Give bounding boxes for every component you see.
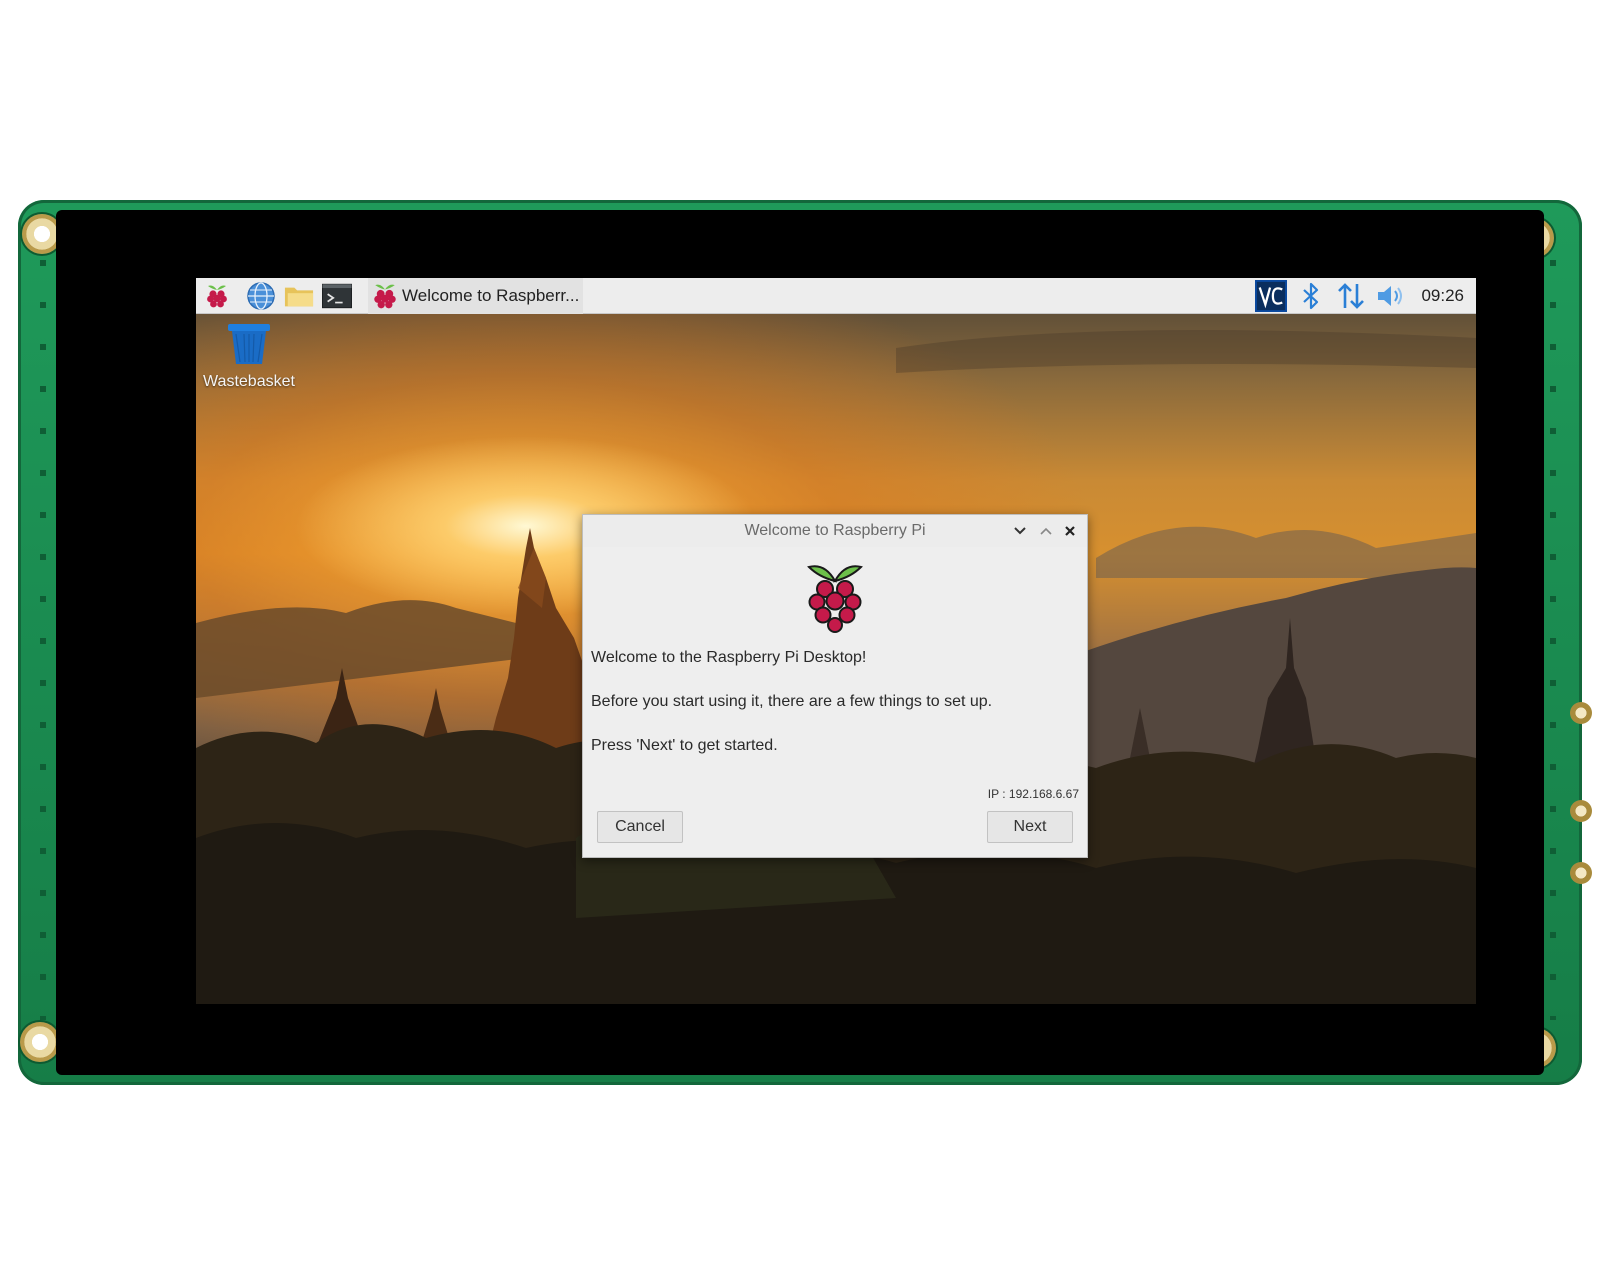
dialog-text-setup: Before you start using it, there are a f… bbox=[591, 693, 993, 710]
volume-icon bbox=[1378, 286, 1403, 306]
bluetooth-icon bbox=[1303, 282, 1319, 310]
raspberry-pi-logo bbox=[805, 559, 865, 640]
vnc-icon bbox=[1255, 280, 1288, 312]
chevron-down-icon bbox=[1014, 527, 1026, 535]
terminal-button[interactable] bbox=[322, 281, 352, 311]
web-browser-icon bbox=[247, 281, 275, 310]
side-connector bbox=[1570, 862, 1592, 884]
chevron-up-icon bbox=[1040, 527, 1052, 535]
vnc-button[interactable] bbox=[1255, 280, 1288, 312]
dialog-text-next: Press 'Next' to get started. bbox=[591, 737, 778, 754]
cancel-button[interactable]: Cancel bbox=[597, 811, 683, 843]
dialog-heading: Welcome to the Raspberry Pi Desktop! bbox=[591, 649, 867, 666]
welcome-dialog: Welcome to Raspberry Pi Welcome to the R… bbox=[582, 514, 1088, 858]
close-button[interactable] bbox=[1059, 520, 1081, 542]
raspberry-icon bbox=[374, 284, 396, 308]
minimize-button[interactable] bbox=[1009, 520, 1031, 542]
web-browser-button[interactable] bbox=[246, 281, 276, 311]
file-manager-icon bbox=[284, 287, 314, 306]
bluetooth-button[interactable] bbox=[1295, 280, 1327, 312]
raspberry-logo-icon bbox=[807, 565, 863, 633]
pcb-edge-pins-right bbox=[1550, 260, 1556, 1020]
desktop-icon-wastebasket[interactable]: Wastebasket bbox=[196, 322, 302, 391]
ip-address: IP : 192.168.6.67 bbox=[987, 787, 1079, 801]
side-connector bbox=[1570, 800, 1592, 822]
side-connector bbox=[1570, 702, 1592, 724]
desktop-screen[interactable]: Welcome to Raspberr... 09:26 Wastebasket… bbox=[196, 278, 1476, 1004]
taskbar-window-welcome[interactable]: Welcome to Raspberr... bbox=[368, 278, 584, 314]
maximize-button[interactable] bbox=[1035, 520, 1057, 542]
close-icon bbox=[1065, 526, 1075, 536]
clock[interactable]: 09:26 bbox=[1421, 286, 1464, 306]
network-button[interactable] bbox=[1335, 280, 1367, 312]
raspberry-menu-icon bbox=[207, 285, 227, 307]
taskbar-window-label: Welcome to Raspberr... bbox=[402, 285, 580, 305]
volume-button[interactable] bbox=[1375, 280, 1407, 312]
wastebasket-icon bbox=[228, 324, 270, 364]
pcb-edge-pins bbox=[40, 260, 46, 1020]
screw-bottom-left bbox=[20, 1022, 60, 1062]
next-button[interactable]: Next bbox=[987, 811, 1073, 843]
terminal-icon bbox=[322, 283, 352, 308]
dialog-titlebar[interactable]: Welcome to Raspberry Pi bbox=[583, 515, 1087, 547]
file-manager-button[interactable] bbox=[284, 281, 314, 311]
taskbar: Welcome to Raspberr... 09:26 bbox=[196, 278, 1476, 314]
raspberry-menu-button[interactable] bbox=[202, 281, 232, 311]
desktop-icon-label: Wastebasket bbox=[203, 373, 295, 390]
network-icon bbox=[1338, 283, 1365, 309]
system-tray: 09:26 bbox=[1255, 278, 1476, 314]
